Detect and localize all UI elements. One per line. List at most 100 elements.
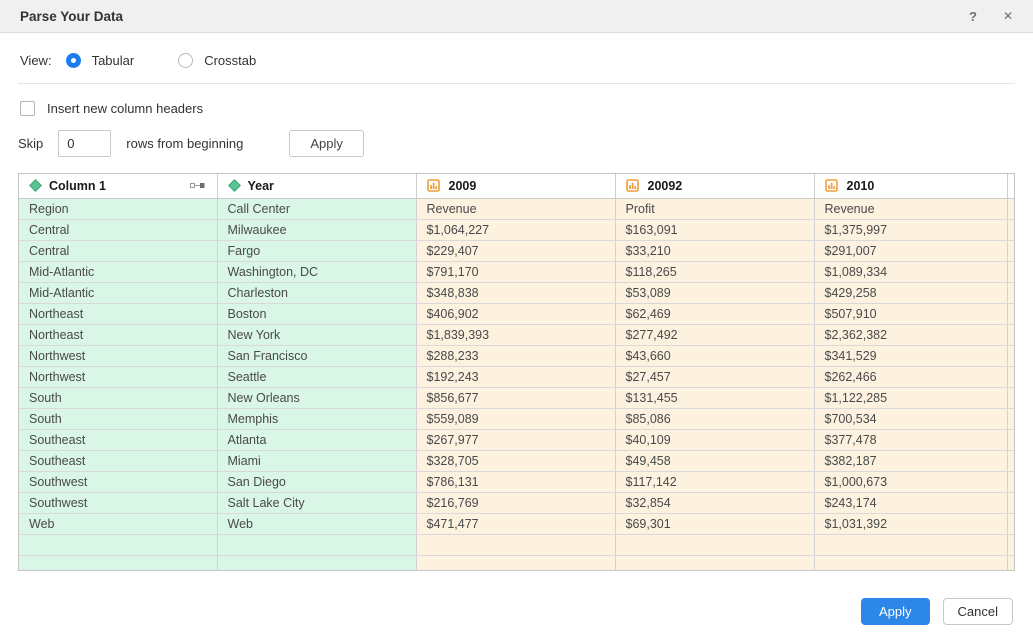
- table-cell[interactable]: $62,469: [615, 303, 814, 324]
- apply-button[interactable]: Apply: [861, 598, 930, 625]
- table-cell[interactable]: New Orleans: [217, 387, 416, 408]
- table-cell[interactable]: Milwaukee: [217, 219, 416, 240]
- table-cell[interactable]: $262,466: [814, 366, 1007, 387]
- table-cell[interactable]: Mid-Atlantic: [19, 261, 217, 282]
- table-cell[interactable]: $27,457: [615, 366, 814, 387]
- table-cell[interactable]: [19, 555, 217, 571]
- table-cell[interactable]: $118,265: [615, 261, 814, 282]
- table-cell[interactable]: $277,492: [615, 324, 814, 345]
- table-cell[interactable]: [814, 555, 1007, 571]
- table-cell[interactable]: $1,000,673: [814, 471, 1007, 492]
- table-cell[interactable]: $1,031,392: [814, 513, 1007, 534]
- table-cell[interactable]: [814, 534, 1007, 555]
- table-cell[interactable]: Southwest: [19, 492, 217, 513]
- table-cell[interactable]: $471,477: [416, 513, 615, 534]
- table-cell[interactable]: New York: [217, 324, 416, 345]
- table-cell[interactable]: $786,131: [416, 471, 615, 492]
- table-cell[interactable]: $288,233: [416, 345, 615, 366]
- table-cell[interactable]: $32,854: [615, 492, 814, 513]
- table-cell[interactable]: $856,677: [416, 387, 615, 408]
- table-cell[interactable]: Web: [19, 513, 217, 534]
- table-cell[interactable]: Region: [19, 198, 217, 219]
- table-cell[interactable]: $1,375,997: [814, 219, 1007, 240]
- table-cell[interactable]: $267,977: [416, 429, 615, 450]
- table-cell[interactable]: Southeast: [19, 450, 217, 471]
- table-cell[interactable]: Miami: [217, 450, 416, 471]
- table-cell[interactable]: San Francisco: [217, 345, 416, 366]
- table-cell[interactable]: $85,086: [615, 408, 814, 429]
- table-cell[interactable]: [615, 555, 814, 571]
- column-header-2010[interactable]: 2010: [814, 174, 1007, 198]
- table-cell[interactable]: San Diego: [217, 471, 416, 492]
- table-cell[interactable]: $2,362,382: [814, 324, 1007, 345]
- table-cell[interactable]: Mid-Atlantic: [19, 282, 217, 303]
- table-cell[interactable]: $117,142: [615, 471, 814, 492]
- table-cell[interactable]: $348,838: [416, 282, 615, 303]
- table-cell[interactable]: $507,910: [814, 303, 1007, 324]
- table-cell[interactable]: $1,839,393: [416, 324, 615, 345]
- table-cell[interactable]: $163,091: [615, 219, 814, 240]
- table-cell[interactable]: [615, 534, 814, 555]
- table-cell[interactable]: $791,170: [416, 261, 615, 282]
- skip-rows-input[interactable]: [58, 130, 111, 157]
- table-cell[interactable]: $377,478: [814, 429, 1007, 450]
- radio-unselected-icon[interactable]: [178, 53, 193, 68]
- table-cell[interactable]: $192,243: [416, 366, 615, 387]
- table-cell[interactable]: $216,769: [416, 492, 615, 513]
- insert-headers-checkbox[interactable]: [20, 101, 35, 116]
- table-cell[interactable]: $406,902: [416, 303, 615, 324]
- table-cell[interactable]: Northeast: [19, 324, 217, 345]
- table-cell[interactable]: Northwest: [19, 366, 217, 387]
- table-cell[interactable]: $43,660: [615, 345, 814, 366]
- view-option-tabular[interactable]: Tabular: [66, 53, 135, 68]
- table-cell[interactable]: $33,210: [615, 240, 814, 261]
- table-cell[interactable]: $1,089,334: [814, 261, 1007, 282]
- table-cell[interactable]: Memphis: [217, 408, 416, 429]
- table-cell[interactable]: $40,109: [615, 429, 814, 450]
- table-cell[interactable]: $700,534: [814, 408, 1007, 429]
- column-header-20092[interactable]: 20092: [615, 174, 814, 198]
- table-cell[interactable]: [416, 534, 615, 555]
- column-header-2009[interactable]: 2009: [416, 174, 615, 198]
- table-cell[interactable]: Central: [19, 240, 217, 261]
- table-cell[interactable]: $1,064,227: [416, 219, 615, 240]
- cancel-button[interactable]: Cancel: [943, 598, 1013, 625]
- table-cell[interactable]: Southeast: [19, 429, 217, 450]
- view-option-crosstab[interactable]: Crosstab: [178, 53, 256, 68]
- table-cell[interactable]: [416, 555, 615, 571]
- table-cell[interactable]: $53,089: [615, 282, 814, 303]
- table-cell[interactable]: Atlanta: [217, 429, 416, 450]
- table-cell[interactable]: $328,705: [416, 450, 615, 471]
- table-cell[interactable]: Revenue: [814, 198, 1007, 219]
- table-cell[interactable]: Charleston: [217, 282, 416, 303]
- table-cell[interactable]: Southwest: [19, 471, 217, 492]
- table-cell[interactable]: $341,529: [814, 345, 1007, 366]
- table-cell[interactable]: Washington, DC: [217, 261, 416, 282]
- table-cell[interactable]: South: [19, 387, 217, 408]
- column-merge-handle-icon[interactable]: [190, 181, 205, 190]
- table-cell[interactable]: Central: [19, 219, 217, 240]
- table-cell[interactable]: Northeast: [19, 303, 217, 324]
- table-cell[interactable]: Seattle: [217, 366, 416, 387]
- table-cell[interactable]: $131,455: [615, 387, 814, 408]
- table-cell[interactable]: Profit: [615, 198, 814, 219]
- table-cell[interactable]: South: [19, 408, 217, 429]
- table-cell[interactable]: $382,187: [814, 450, 1007, 471]
- table-cell[interactable]: [19, 534, 217, 555]
- table-cell[interactable]: Salt Lake City: [217, 492, 416, 513]
- table-cell[interactable]: Call Center: [217, 198, 416, 219]
- table-cell[interactable]: $291,007: [814, 240, 1007, 261]
- radio-selected-icon[interactable]: [66, 53, 81, 68]
- skip-apply-button[interactable]: Apply: [289, 130, 364, 157]
- table-cell[interactable]: $1,122,285: [814, 387, 1007, 408]
- table-cell[interactable]: Web: [217, 513, 416, 534]
- table-cell[interactable]: [217, 534, 416, 555]
- table-cell[interactable]: Boston: [217, 303, 416, 324]
- column-header-year[interactable]: Year: [217, 174, 416, 198]
- table-cell[interactable]: $559,089: [416, 408, 615, 429]
- table-cell[interactable]: Revenue: [416, 198, 615, 219]
- close-icon[interactable]: ✕: [1003, 10, 1013, 22]
- help-icon[interactable]: ?: [969, 10, 977, 23]
- column-header-column-1[interactable]: Column 1: [19, 174, 217, 198]
- table-cell[interactable]: $429,258: [814, 282, 1007, 303]
